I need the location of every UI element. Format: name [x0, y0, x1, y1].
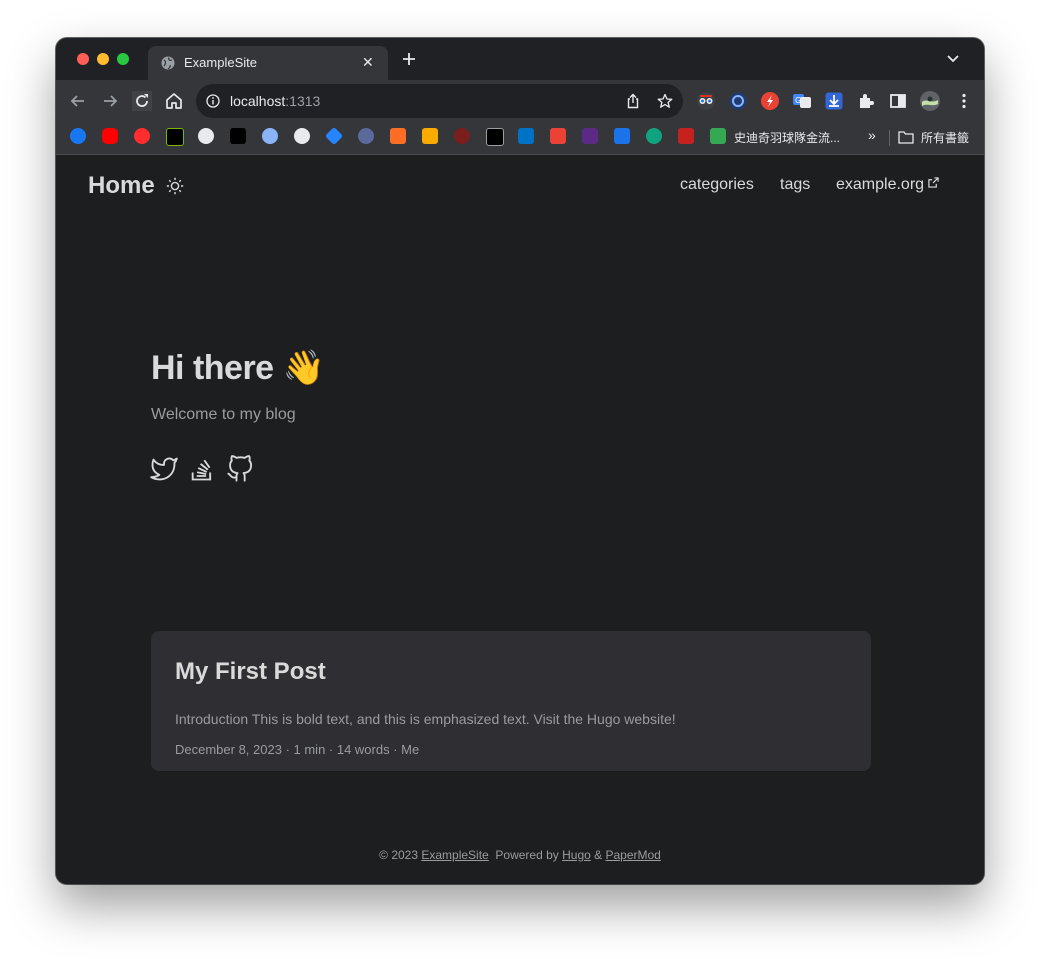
translate-extension-icon[interactable]: G — [792, 91, 812, 111]
hero-subtitle: Welcome to my blog — [151, 406, 296, 423]
forward-arrow-icon[interactable] — [100, 91, 120, 111]
chevron-down-icon[interactable] — [946, 54, 960, 64]
post-entry-card[interactable]: My First Post Introduction This is bold … — [151, 631, 871, 771]
back-arrow-icon[interactable] — [68, 91, 88, 111]
bookmarks-bar: 史迪奇羽球隊金流... » 所有書籤 — [56, 122, 984, 155]
svg-text:G: G — [795, 96, 801, 105]
jira-bookmark-icon[interactable] — [324, 126, 344, 146]
yellow-bookmark-icon[interactable] — [422, 128, 438, 144]
bookmark-star-icon[interactable] — [657, 93, 673, 109]
footer-site-link[interactable]: ExampleSite — [421, 848, 488, 862]
tab-examplesite[interactable]: ExampleSite ✕ — [148, 46, 388, 80]
facebook-bookmark-icon[interactable] — [70, 128, 86, 144]
openai-bookmark-icon[interactable] — [646, 128, 662, 144]
address-bar[interactable]: localhost:1313 — [196, 84, 683, 118]
sheets-bookmark-icon[interactable] — [710, 128, 726, 144]
puzzle-extensions-icon[interactable] — [856, 91, 876, 111]
filezilla-bookmark-icon[interactable] — [678, 128, 694, 144]
globe-icon — [161, 56, 175, 70]
tab-close-icon[interactable]: ✕ — [362, 54, 374, 70]
binary-bookmark-icon[interactable] — [614, 128, 630, 144]
folder-icon[interactable] — [898, 130, 914, 144]
spy-extension-icon[interactable] — [696, 91, 716, 111]
site-footer: © 2023 ExampleSite Powered by Hugo & Pap… — [56, 848, 984, 862]
footer-hugo-link[interactable]: Hugo — [562, 848, 591, 862]
outlook-bookmark-icon[interactable] — [518, 128, 534, 144]
wordpress-bookmark-icon[interactable] — [262, 128, 278, 144]
nav-categories-link[interactable]: categories — [680, 176, 754, 194]
shield-bookmark-icon[interactable] — [358, 128, 374, 144]
hero-title: Hi there 👋 — [151, 348, 325, 388]
nav-tags-link[interactable]: tags — [780, 176, 810, 194]
circle-extension-icon[interactable] — [728, 91, 748, 111]
tab-strip: ExampleSite ✕ — [56, 38, 984, 80]
tab-title: ExampleSite — [184, 55, 257, 70]
url-port: :1313 — [285, 93, 321, 109]
new-tab-icon[interactable] — [400, 50, 418, 68]
gitlab-bookmark-icon[interactable] — [390, 128, 406, 144]
nav-example-org-label: example.org — [836, 176, 925, 193]
minimize-window-button[interactable] — [97, 53, 109, 65]
side-panel-icon[interactable] — [888, 91, 908, 111]
post-title[interactable]: My First Post — [175, 658, 326, 686]
sun-icon[interactable] — [166, 177, 184, 195]
home-icon[interactable] — [164, 91, 184, 111]
footer-powered-by: Powered by — [488, 848, 563, 862]
profile-avatar-icon[interactable] — [920, 91, 940, 111]
youtube-music-bookmark-icon[interactable] — [134, 128, 150, 144]
stackoverflow-icon[interactable] — [188, 455, 216, 483]
url-text[interactable]: localhost:1313 — [230, 93, 320, 109]
bookmarks-divider — [889, 130, 890, 146]
zoom-window-button[interactable] — [117, 53, 129, 65]
waving-hand-emoji: 👋 — [282, 349, 325, 387]
url-host: localhost — [230, 93, 286, 109]
close-window-button[interactable] — [77, 53, 89, 65]
red-extension-icon[interactable] — [760, 91, 780, 111]
footer-papermod-link[interactable]: PaperMod — [605, 848, 660, 862]
browser-window: ExampleSite ✕ localhost:1313 G 史迪奇羽球隊金流.… — [56, 38, 984, 884]
twitter-icon[interactable] — [150, 455, 178, 483]
site-logo[interactable]: Home — [88, 172, 155, 200]
post-meta: December 8, 2023 · 1 min · 14 words · Me — [175, 742, 420, 757]
bookmarks-overflow-icon[interactable]: » — [868, 127, 876, 143]
nvidia-bookmark-icon[interactable] — [166, 128, 184, 146]
nav-example-org-link[interactable]: example.org — [836, 176, 939, 194]
github-icon[interactable] — [226, 455, 254, 483]
share-icon[interactable] — [625, 93, 641, 109]
w-bookmark-icon[interactable] — [294, 128, 310, 144]
proton-bookmark-icon[interactable] — [582, 128, 598, 144]
footer-ampersand: & — [590, 848, 606, 862]
browser-toolbar: localhost:1313 G — [56, 80, 984, 122]
site-info-icon[interactable] — [206, 94, 220, 108]
all-bookmarks-label[interactable]: 所有書籤 — [921, 129, 969, 146]
bookmark-text-item[interactable]: 史迪奇羽球隊金流... — [734, 129, 840, 146]
medium-bookmark-icon[interactable] — [230, 128, 246, 144]
pacs-bookmark-icon[interactable] — [486, 128, 504, 146]
web-page: Home categories tags example.org Hi ther… — [56, 155, 984, 884]
download-extension-icon[interactable] — [824, 91, 844, 111]
post-summary: Introduction This is bold text, and this… — [175, 711, 676, 727]
reload-icon[interactable] — [132, 91, 152, 111]
msi-bookmark-icon[interactable] — [454, 128, 470, 144]
youtube-bookmark-icon[interactable] — [102, 128, 118, 144]
external-link-icon — [928, 177, 939, 188]
hero-title-text: Hi there — [151, 349, 274, 387]
github-bookmark-icon[interactable] — [198, 128, 214, 144]
kebab-menu-icon[interactable] — [954, 91, 974, 111]
gmail-bookmark-icon[interactable] — [550, 128, 566, 144]
footer-copyright: © 2023 — [379, 848, 422, 862]
